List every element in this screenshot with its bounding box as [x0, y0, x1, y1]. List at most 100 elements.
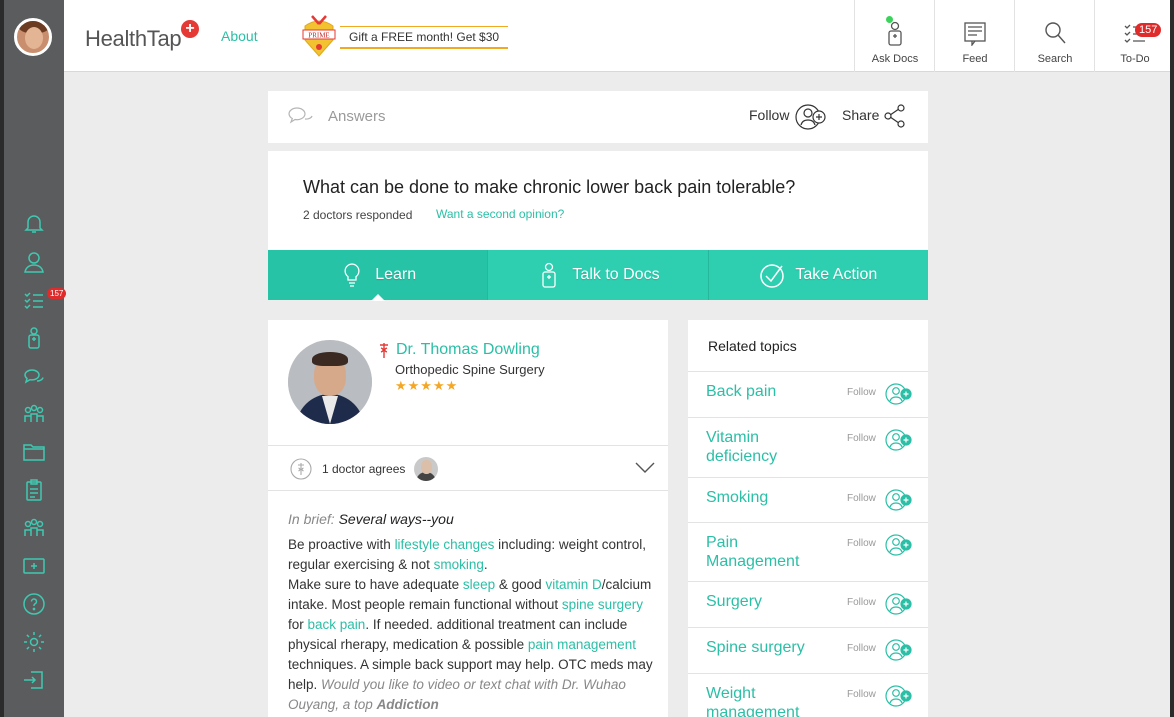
- answers-title: Answers: [328, 108, 386, 125]
- doctor-photo[interactable]: [288, 340, 372, 424]
- question-tabs: Learn Talk to Docs Take Action: [268, 250, 928, 301]
- nav-feed[interactable]: Feed: [934, 0, 1014, 72]
- topic-name[interactable]: Pain Management: [706, 533, 826, 571]
- community-icon[interactable]: [22, 402, 46, 426]
- follow-label[interactable]: Follow: [847, 643, 876, 654]
- share-button-label[interactable]: Share: [842, 107, 879, 123]
- follow-button-label[interactable]: Follow: [749, 107, 789, 123]
- agree-caduceus-icon: [290, 458, 312, 480]
- topic-name[interactable]: Smoking: [706, 488, 826, 507]
- tab-label: Talk to Docs: [572, 266, 660, 283]
- about-link[interactable]: About: [221, 28, 258, 44]
- search-icon: [1045, 22, 1066, 44]
- agreeing-doctor-avatar[interactable]: [414, 457, 438, 481]
- follow-label[interactable]: Follow: [847, 597, 876, 608]
- user-avatar[interactable]: [14, 18, 52, 56]
- topic-link-pain-management[interactable]: pain management: [528, 637, 636, 652]
- clipboard-icon[interactable]: [22, 478, 46, 502]
- related-topic-item[interactable]: Back pain Follow: [688, 371, 928, 417]
- follow-add-user-icon[interactable]: [885, 684, 913, 708]
- doctor-name-link[interactable]: Dr. Thomas Dowling: [396, 341, 540, 359]
- doctor-answer-card: Dr. Thomas Dowling Orthopedic Spine Surg…: [268, 320, 668, 717]
- topic-name[interactable]: Surgery: [706, 592, 826, 611]
- settings-icon[interactable]: [22, 630, 46, 654]
- follow-label[interactable]: Follow: [847, 387, 876, 398]
- lightbulb-icon: [344, 263, 360, 287]
- specialty-link[interactable]: Addiction: [377, 697, 439, 712]
- chat-bubbles-icon: [288, 107, 313, 124]
- related-topic-item[interactable]: Smoking Follow: [688, 477, 928, 522]
- answer-text: for: [288, 617, 308, 632]
- follow-label[interactable]: Follow: [847, 493, 876, 504]
- related-topic-item[interactable]: Pain Management Follow: [688, 522, 928, 581]
- group-icon[interactable]: [22, 516, 46, 540]
- topic-link-lifestyle-changes[interactable]: lifestyle changes: [395, 537, 495, 552]
- responded-count: 2 doctors responded: [303, 208, 413, 222]
- sidebar: 157: [4, 0, 67, 717]
- doctor-icon[interactable]: [22, 326, 46, 350]
- related-topic-item[interactable]: Vitamin deficiency Follow: [688, 417, 928, 477]
- nav-ask-docs[interactable]: Ask Docs: [854, 0, 934, 72]
- topic-name[interactable]: Vitamin deficiency: [706, 428, 826, 466]
- related-topic-item[interactable]: Weight management Follow: [688, 673, 928, 717]
- doctor-specialty: Orthopedic Spine Surgery: [395, 362, 545, 377]
- share-icon[interactable]: [884, 104, 906, 128]
- follow-label[interactable]: Follow: [847, 689, 876, 700]
- nav-label: Feed: [962, 53, 988, 65]
- chevron-down-icon[interactable]: [635, 462, 655, 474]
- topic-name[interactable]: Spine surgery: [706, 638, 826, 657]
- healthtap-logo[interactable]: HealthTap: [85, 26, 182, 52]
- health-card-icon[interactable]: [22, 554, 46, 578]
- topic-name[interactable]: Weight management: [706, 684, 826, 717]
- topic-link-sleep[interactable]: sleep: [463, 577, 495, 592]
- checkmark-circle-icon: [760, 264, 785, 288]
- brief-title: Several ways--you: [338, 511, 454, 527]
- follow-add-user-icon[interactable]: [885, 488, 913, 512]
- related-topic-item[interactable]: Spine surgery Follow: [688, 627, 928, 673]
- topic-link-spine-surgery[interactable]: spine surgery: [562, 597, 643, 612]
- gift-promo-link[interactable]: Gift a FREE month! Get $30: [340, 26, 509, 49]
- svg-text:PRIME: PRIME: [308, 32, 329, 40]
- follow-add-user-icon[interactable]: [885, 428, 913, 452]
- todo-count-badge: 157: [47, 288, 67, 299]
- follow-add-user-icon[interactable]: [795, 103, 827, 131]
- topic-link-smoking[interactable]: smoking: [434, 557, 484, 572]
- profile-icon[interactable]: [22, 250, 46, 274]
- chat-icon[interactable]: [22, 364, 46, 388]
- nav-label: Search: [1037, 53, 1073, 65]
- related-topics-title: Related topics: [708, 338, 797, 354]
- second-opinion-link[interactable]: Want a second opinion?: [436, 207, 564, 221]
- topic-link-vitamin-d[interactable]: vitamin D: [545, 577, 601, 592]
- follow-add-user-icon[interactable]: [885, 382, 913, 406]
- logo-plus-icon: +: [181, 20, 199, 38]
- related-topics-card: Related topics Back pain Follow Vitamin …: [688, 320, 928, 717]
- follow-label[interactable]: Follow: [847, 433, 876, 444]
- tab-learn[interactable]: Learn: [268, 250, 489, 301]
- brief-lead: In brief:: [288, 511, 335, 527]
- answer-brief: In brief: Several ways--you: [288, 511, 454, 527]
- bell-icon[interactable]: [22, 211, 46, 235]
- follow-label[interactable]: Follow: [847, 538, 876, 549]
- caduceus-icon: [380, 343, 388, 358]
- follow-add-user-icon[interactable]: [885, 592, 913, 616]
- topic-link-back-pain[interactable]: back pain: [308, 617, 366, 632]
- help-icon[interactable]: [22, 592, 46, 616]
- checklist-icon[interactable]: [22, 288, 46, 312]
- todo-count-badge: 157: [1135, 23, 1162, 37]
- chat-prompt-text: Would you like to video or text chat wit…: [288, 677, 626, 712]
- nav-todo[interactable]: 157 To-Do: [1094, 0, 1170, 72]
- follow-add-user-icon[interactable]: [885, 638, 913, 662]
- nav-label: Ask Docs: [871, 53, 919, 65]
- tab-take-action[interactable]: Take Action: [708, 250, 928, 300]
- tab-talk-to-docs[interactable]: Talk to Docs: [488, 250, 709, 300]
- topic-name[interactable]: Back pain: [706, 382, 826, 401]
- answer-text: & good: [495, 577, 546, 592]
- answer-text: Make sure to have adequate: [288, 577, 463, 592]
- folder-icon[interactable]: [22, 440, 46, 464]
- prime-gift-icon[interactable]: PRIME: [302, 12, 336, 58]
- nav-search[interactable]: Search: [1014, 0, 1094, 72]
- sign-out-icon[interactable]: [22, 668, 46, 692]
- doctor-agrees-row[interactable]: 1 doctor agrees: [268, 445, 668, 491]
- follow-add-user-icon[interactable]: [885, 533, 913, 557]
- related-topic-item[interactable]: Surgery Follow: [688, 581, 928, 627]
